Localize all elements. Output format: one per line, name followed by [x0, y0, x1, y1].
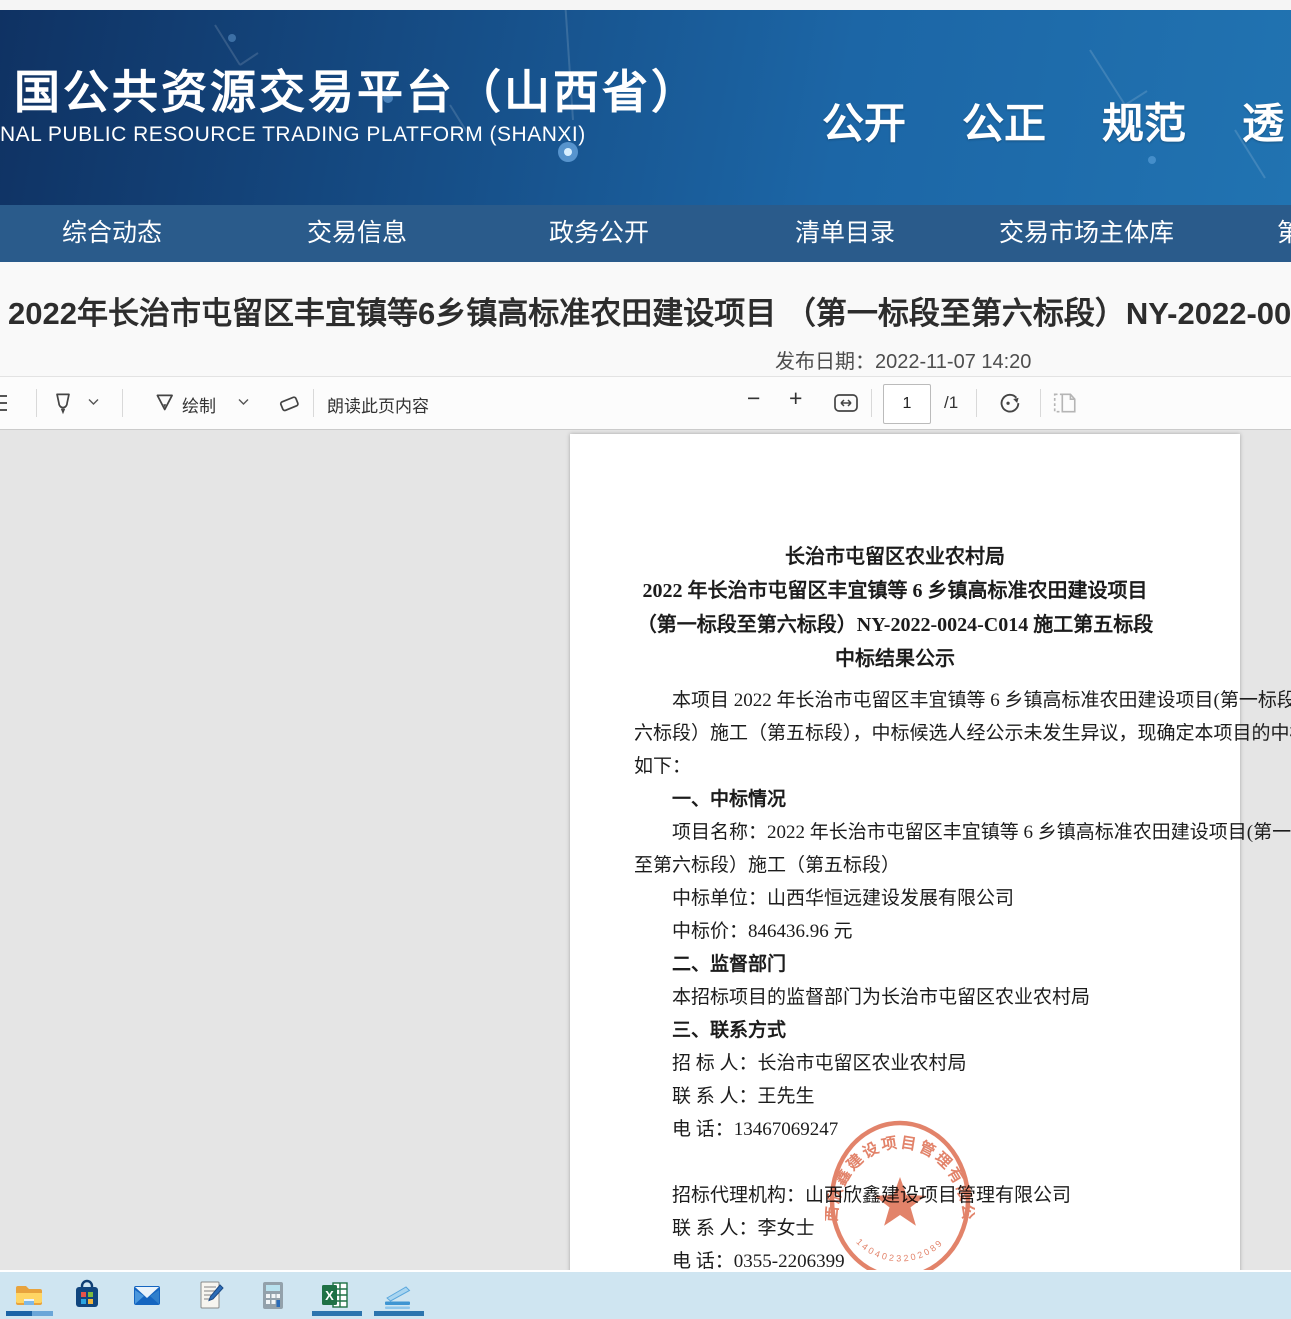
zoom-in-button[interactable]: +: [789, 385, 802, 412]
site-subtitle: NAL PUBLIC RESOURCE TRADING PLATFORM (SH…: [0, 123, 586, 147]
calculator-icon[interactable]: [257, 1279, 289, 1311]
toolbar-divider: [1040, 389, 1041, 417]
doc-section-heading: 三、联系方式: [634, 1014, 1156, 1047]
rotate-icon[interactable]: [995, 389, 1023, 417]
running-indicator: [6, 1311, 53, 1316]
banner-slogans: 公开 公正 规范 透: [822, 90, 1284, 151]
doc-paragraph-line: 六标段）施工（第五标段），中标候选人经公示未发生异议，现确定本项目的中标人: [634, 717, 1156, 750]
page-total-label: /1: [944, 393, 958, 413]
pdf-page: 长治市屯留区农业农村局 2022 年长治市屯留区丰宜镇等 6 乡镇高标准农田建设…: [570, 434, 1240, 1270]
publish-date-line: 发布日期：2022-11-07 14:20: [775, 345, 1031, 374]
page-number-input[interactable]: [883, 384, 931, 424]
publish-date-label: 发布日期：: [775, 351, 875, 373]
eraser-icon[interactable]: [276, 390, 304, 416]
company-seal: 山西欣鑫建设项目管理有限公司 1404023202089: [825, 1116, 975, 1270]
toolbar-divider: [313, 389, 314, 417]
doc-title-line: 长治市屯留区农业农村局: [634, 540, 1156, 574]
toolbar-divider: [122, 389, 123, 417]
draw-pen-icon[interactable]: [152, 390, 178, 416]
site-banner: 国公共资源交易平台（山西省） NAL PUBLIC RESOURCE TRADI…: [0, 10, 1291, 205]
site-title: 国公共资源交易平台（山西省）: [14, 56, 700, 122]
screen: { "banner": { "title": "国公共资源交易平台（山西省）",…: [0, 0, 1291, 1319]
excel-icon[interactable]: X: [319, 1279, 351, 1311]
doc-project-name-line: 至第六标段）施工（第五标段）: [634, 849, 1156, 882]
doc-project-name-line: 项目名称：2022 年长治市屯留区丰宜镇等 6 乡镇高标准农田建设项目(第一标段: [634, 816, 1156, 849]
pdf-viewer[interactable]: 长治市屯留区农业农村局 2022 年长治市屯留区丰宜镇等 6 乡镇高标准农田建设…: [0, 430, 1291, 1270]
menu-icon[interactable]: [0, 393, 9, 413]
doc-paragraph-line: 如下：: [634, 750, 1156, 783]
doc-section-heading: 二、监督部门: [634, 948, 1156, 981]
nav-item-news[interactable]: 综合动态: [62, 205, 162, 262]
doc-paragraph-line: 本项目 2022 年长治市屯留区丰宜镇等 6 乡镇高标准农田建设项目(第一标段至…: [634, 684, 1156, 717]
doc-title-line: 2022 年长治市屯留区丰宜镇等 6 乡镇高标准农田建设项目: [634, 574, 1156, 608]
scanner-icon[interactable]: [381, 1279, 413, 1311]
article-title: 2022年长治市屯留区丰宜镇等6乡镇高标准农田建设项目 （第一标段至第六标段）N…: [8, 288, 1291, 333]
mail-icon[interactable]: [131, 1279, 163, 1311]
draw-chevron-down-icon[interactable]: [238, 398, 249, 406]
wordpad-icon[interactable]: [195, 1279, 227, 1311]
seal-star-icon: [874, 1177, 925, 1226]
nav-item-catalog[interactable]: 清单目录: [795, 205, 895, 262]
nav-item-entities[interactable]: 交易市场主体库: [999, 205, 1174, 262]
seal-serial-text: 1404023202089: [854, 1237, 945, 1264]
running-indicator: [374, 1311, 424, 1316]
highlighter-chevron-down-icon[interactable]: [88, 398, 99, 406]
fit-width-icon[interactable]: [833, 392, 859, 414]
doc-title-line: （第一标段至第六标段）NY-2022-0024-C014 施工第五标段: [634, 608, 1156, 642]
nav-item-gov[interactable]: 政务公开: [549, 205, 649, 262]
svg-text:1404023202089: 1404023202089: [854, 1237, 945, 1264]
doc-contact-line: 联 系 人：王先生: [634, 1080, 1156, 1113]
toolbar-divider: [976, 389, 977, 417]
doc-winner-line: 中标单位：山西华恒远建设发展有限公司: [634, 882, 1156, 915]
main-nav: 综合动态 交易信息 政务公开 清单目录 交易市场主体库 第: [0, 205, 1291, 262]
toolbar-divider: [36, 389, 37, 417]
running-indicator: [312, 1311, 362, 1316]
taskbar: X: [0, 1272, 1291, 1319]
doc-title-line: 中标结果公示: [634, 642, 1156, 676]
publish-date-value: 2022-11-07 14:20: [875, 351, 1031, 373]
highlighter-icon[interactable]: [50, 390, 76, 416]
pdf-toolbar: 绘制 朗读此页内容 − + /1: [0, 377, 1291, 430]
microsoft-store-icon[interactable]: [71, 1279, 103, 1311]
nav-item-clipped[interactable]: 第: [1277, 205, 1291, 262]
toolbar-divider: [871, 389, 872, 417]
slogan-open: 公开: [822, 90, 906, 151]
doc-tenderer-line: 招 标 人：长治市屯留区农业农村局: [634, 1047, 1156, 1080]
doc-section-heading: 一、中标情况: [634, 783, 1156, 816]
slogan-fair: 公正: [962, 90, 1046, 151]
doc-price-line: 中标价：846436.96 元: [634, 915, 1156, 948]
top-strip: [0, 0, 1291, 10]
slogan-transparent: 透: [1242, 90, 1284, 151]
file-explorer-icon[interactable]: [13, 1279, 45, 1311]
svg-text:X: X: [325, 1288, 334, 1303]
nav-item-trading[interactable]: 交易信息: [307, 205, 407, 262]
slogan-standard: 规范: [1102, 90, 1186, 151]
doc-supervision-line: 本招标项目的监督部门为长治市屯留区农业农村局: [634, 981, 1156, 1014]
page-view-icon[interactable]: [1052, 390, 1078, 416]
zoom-out-button[interactable]: −: [747, 385, 760, 412]
read-aloud-button[interactable]: 朗读此页内容: [327, 392, 429, 417]
draw-button[interactable]: 绘制: [182, 392, 216, 417]
